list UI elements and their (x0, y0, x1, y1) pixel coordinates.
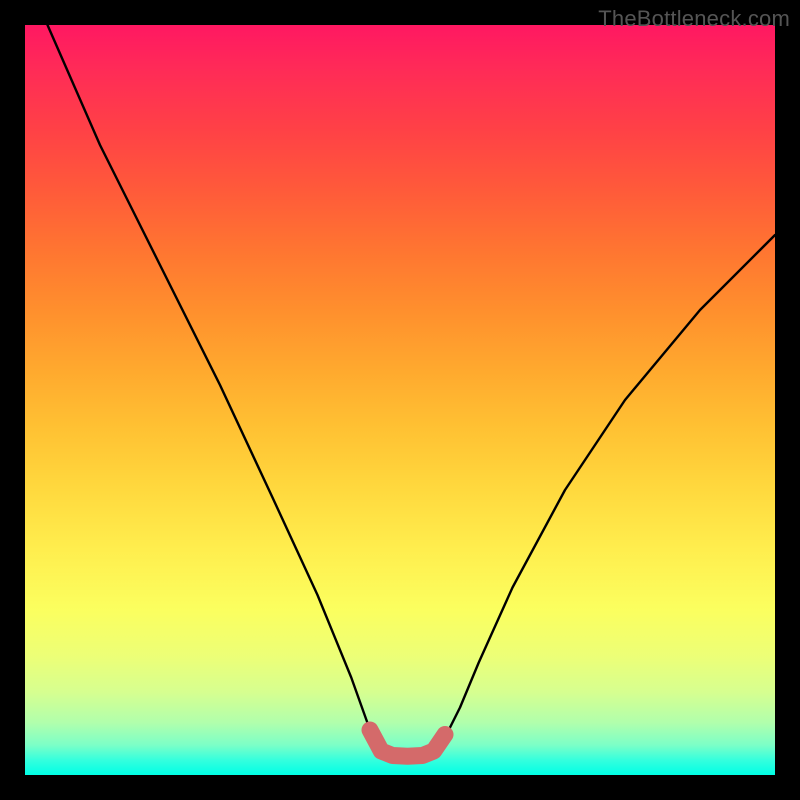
bottleneck-curve-svg (25, 25, 775, 775)
bottleneck-curve-path (48, 25, 776, 756)
watermark-text: TheBottleneck.com (598, 6, 790, 32)
accent-bottom-path (370, 730, 445, 756)
chart-gradient-background (25, 25, 775, 775)
